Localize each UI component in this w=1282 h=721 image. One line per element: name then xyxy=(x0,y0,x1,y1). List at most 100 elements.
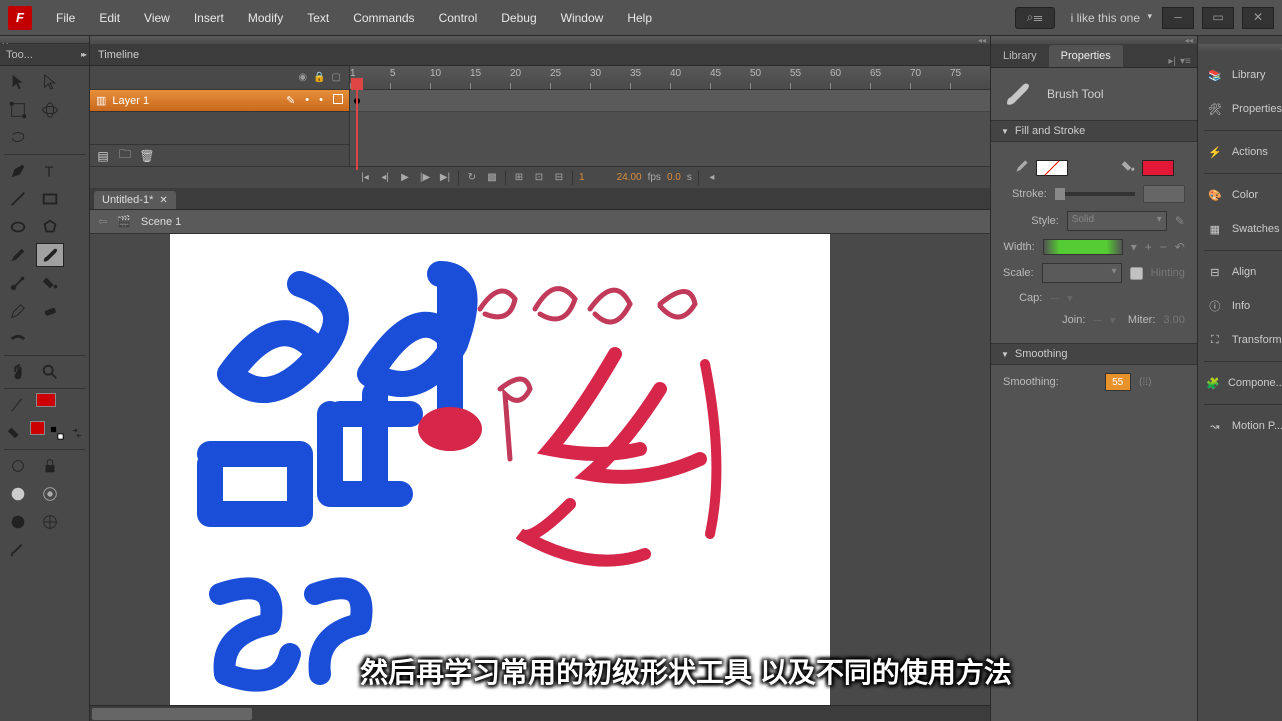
stroke-swatch-none[interactable] xyxy=(1036,160,1068,176)
ruler-tick[interactable]: 25 xyxy=(550,66,590,89)
fill-color-swatch[interactable] xyxy=(30,421,46,435)
tab-library[interactable]: Library xyxy=(991,45,1049,67)
current-frame[interactable]: 1 xyxy=(579,172,585,183)
zoom-tool[interactable] xyxy=(36,360,64,384)
scene-name[interactable]: Scene 1 xyxy=(141,216,181,228)
scene-back-button[interactable]: ⇦ xyxy=(98,215,107,228)
3d-rotation-tool[interactable] xyxy=(36,98,64,122)
pencil-tool[interactable] xyxy=(4,243,32,267)
smoothing-value-input[interactable]: 55 xyxy=(1105,373,1131,391)
close-tab-icon[interactable]: ✕ xyxy=(159,195,167,206)
center-handle[interactable]: ◂◂ xyxy=(90,36,990,44)
center-frame-button[interactable]: ⊞ xyxy=(512,171,526,185)
frames-panel[interactable]: 151015202530354045505560657075 xyxy=(350,66,990,166)
fill-swatch[interactable] xyxy=(1142,160,1174,176)
panel-collapse-icon[interactable]: ▸| xyxy=(1168,56,1176,67)
onion-skin-button[interactable]: ▩ xyxy=(485,171,499,185)
brush-size-icon[interactable] xyxy=(4,482,32,506)
brush-tool[interactable] xyxy=(36,243,64,267)
section-fill-stroke[interactable]: Fill and Stroke xyxy=(991,120,1197,142)
line-tool[interactable] xyxy=(4,187,32,211)
ruler-tick[interactable]: 15 xyxy=(470,66,510,89)
ruler-tick[interactable]: 60 xyxy=(830,66,870,89)
close-button[interactable]: ✕ xyxy=(1242,7,1274,29)
lasso-tool[interactable] xyxy=(4,126,32,150)
menu-commands[interactable]: Commands xyxy=(341,3,426,33)
brush-nib-icon[interactable] xyxy=(36,482,64,506)
menu-debug[interactable]: Debug xyxy=(489,3,548,33)
minimize-button[interactable]: ─ xyxy=(1162,7,1194,29)
layer-pencil-icon[interactable]: ✎ xyxy=(286,94,295,107)
toolbox-handle[interactable]: ◂◂ xyxy=(0,36,89,44)
pen-tool[interactable] xyxy=(4,159,32,183)
dock-actions[interactable]: ⚡Actions xyxy=(1198,135,1282,169)
dock-transform[interactable]: ⛶Transform xyxy=(1198,323,1282,357)
layer-row[interactable]: ▥ Layer 1 ✎•• xyxy=(90,90,349,112)
panel-menu-icon[interactable]: ▾≡ xyxy=(1180,56,1191,67)
dock-color[interactable]: 🎨Color xyxy=(1198,178,1282,212)
menu-window[interactable]: Window xyxy=(549,3,616,33)
stroke-color-swatch[interactable] xyxy=(36,393,56,407)
menu-text[interactable]: Text xyxy=(295,3,341,33)
hand-tool[interactable] xyxy=(4,360,32,384)
color-swap-icon[interactable] xyxy=(69,421,85,445)
goto-first-button[interactable]: |◂ xyxy=(358,171,372,185)
loop-button[interactable]: ↻ xyxy=(465,171,479,185)
menu-file[interactable]: File xyxy=(44,3,87,33)
ruler-tick[interactable]: 75 xyxy=(950,66,990,89)
ruler-tick[interactable]: 65 xyxy=(870,66,910,89)
ruler-tick[interactable]: 45 xyxy=(710,66,750,89)
maximize-button[interactable]: ▭ xyxy=(1202,7,1234,29)
properties-handle[interactable]: ◂◂ xyxy=(991,36,1197,44)
document-tab[interactable]: Untitled-1* ✕ xyxy=(94,191,176,209)
lock-icon[interactable]: 🔒 xyxy=(313,72,325,83)
menu-view[interactable]: View xyxy=(132,3,182,33)
eyedropper-tool[interactable] xyxy=(4,299,32,323)
width-reset-icon[interactable]: ↶ xyxy=(1175,240,1185,254)
style-edit-icon[interactable]: ✎ xyxy=(1175,214,1185,228)
fps-value[interactable]: 24.00 xyxy=(617,172,642,183)
eraser-tool[interactable] xyxy=(36,299,64,323)
menubar-search-button[interactable]: ⌕☰ xyxy=(1015,7,1055,29)
dock-properties[interactable]: 🛠Properties xyxy=(1198,92,1282,126)
menu-insert[interactable]: Insert xyxy=(182,3,236,33)
new-layer-button[interactable]: ▤ xyxy=(96,149,110,163)
ruler-tick[interactable]: 35 xyxy=(630,66,670,89)
dock-info[interactable]: ⓘInfo xyxy=(1198,289,1282,323)
menu-control[interactable]: Control xyxy=(427,3,490,33)
object-drawing-icon[interactable] xyxy=(4,454,32,478)
stroke-color-pencil-icon[interactable] xyxy=(1014,158,1030,177)
delete-layer-button[interactable]: 🗑 xyxy=(140,149,154,163)
menu-edit[interactable]: Edit xyxy=(87,3,132,33)
menu-modify[interactable]: Modify xyxy=(236,3,295,33)
menu-help[interactable]: Help xyxy=(615,3,664,33)
dock-library[interactable]: 📚Library xyxy=(1198,58,1282,92)
fill-color-icon[interactable] xyxy=(4,421,26,445)
step-back-button[interactable]: ◂| xyxy=(378,171,392,185)
layer-name[interactable]: Layer 1 xyxy=(112,95,149,107)
edit-multiple-button[interactable]: ⊟ xyxy=(552,171,566,185)
dock-components[interactable]: 🧩Compone... xyxy=(1198,366,1282,400)
brush-lock-fill-icon[interactable] xyxy=(36,454,64,478)
width-profile-dropdown[interactable] xyxy=(1043,239,1123,255)
width-remove-icon[interactable]: − xyxy=(1160,240,1167,254)
width-add-icon[interactable]: + xyxy=(1145,240,1152,254)
ruler-tick[interactable]: 40 xyxy=(670,66,710,89)
frame-row[interactable] xyxy=(350,90,990,112)
rectangle-tool[interactable] xyxy=(36,187,64,211)
outline-icon[interactable]: ▢ xyxy=(332,72,341,83)
stage[interactable] xyxy=(170,234,830,705)
selection-tool[interactable] xyxy=(4,70,32,94)
brush-mode-icon[interactable] xyxy=(36,510,64,534)
paint-bucket-tool[interactable] xyxy=(36,271,64,295)
dock-motion-presets[interactable]: ↝Motion P... xyxy=(1198,409,1282,443)
subselection-tool[interactable] xyxy=(36,70,64,94)
canvas-hscrollbar[interactable] xyxy=(90,705,990,721)
dock-handle[interactable]: ◂◂ xyxy=(1198,44,1282,52)
ruler-tick[interactable]: 20 xyxy=(510,66,550,89)
section-smoothing[interactable]: Smoothing xyxy=(991,343,1197,365)
smoothing-scrubber-icon[interactable]: ⟨⁞⁞⟩ xyxy=(1139,377,1152,388)
timeline-header[interactable]: Timeline xyxy=(90,44,990,66)
scroll-left-button[interactable]: ◂ xyxy=(705,171,719,185)
onion-outlines-button[interactable]: ⊡ xyxy=(532,171,546,185)
